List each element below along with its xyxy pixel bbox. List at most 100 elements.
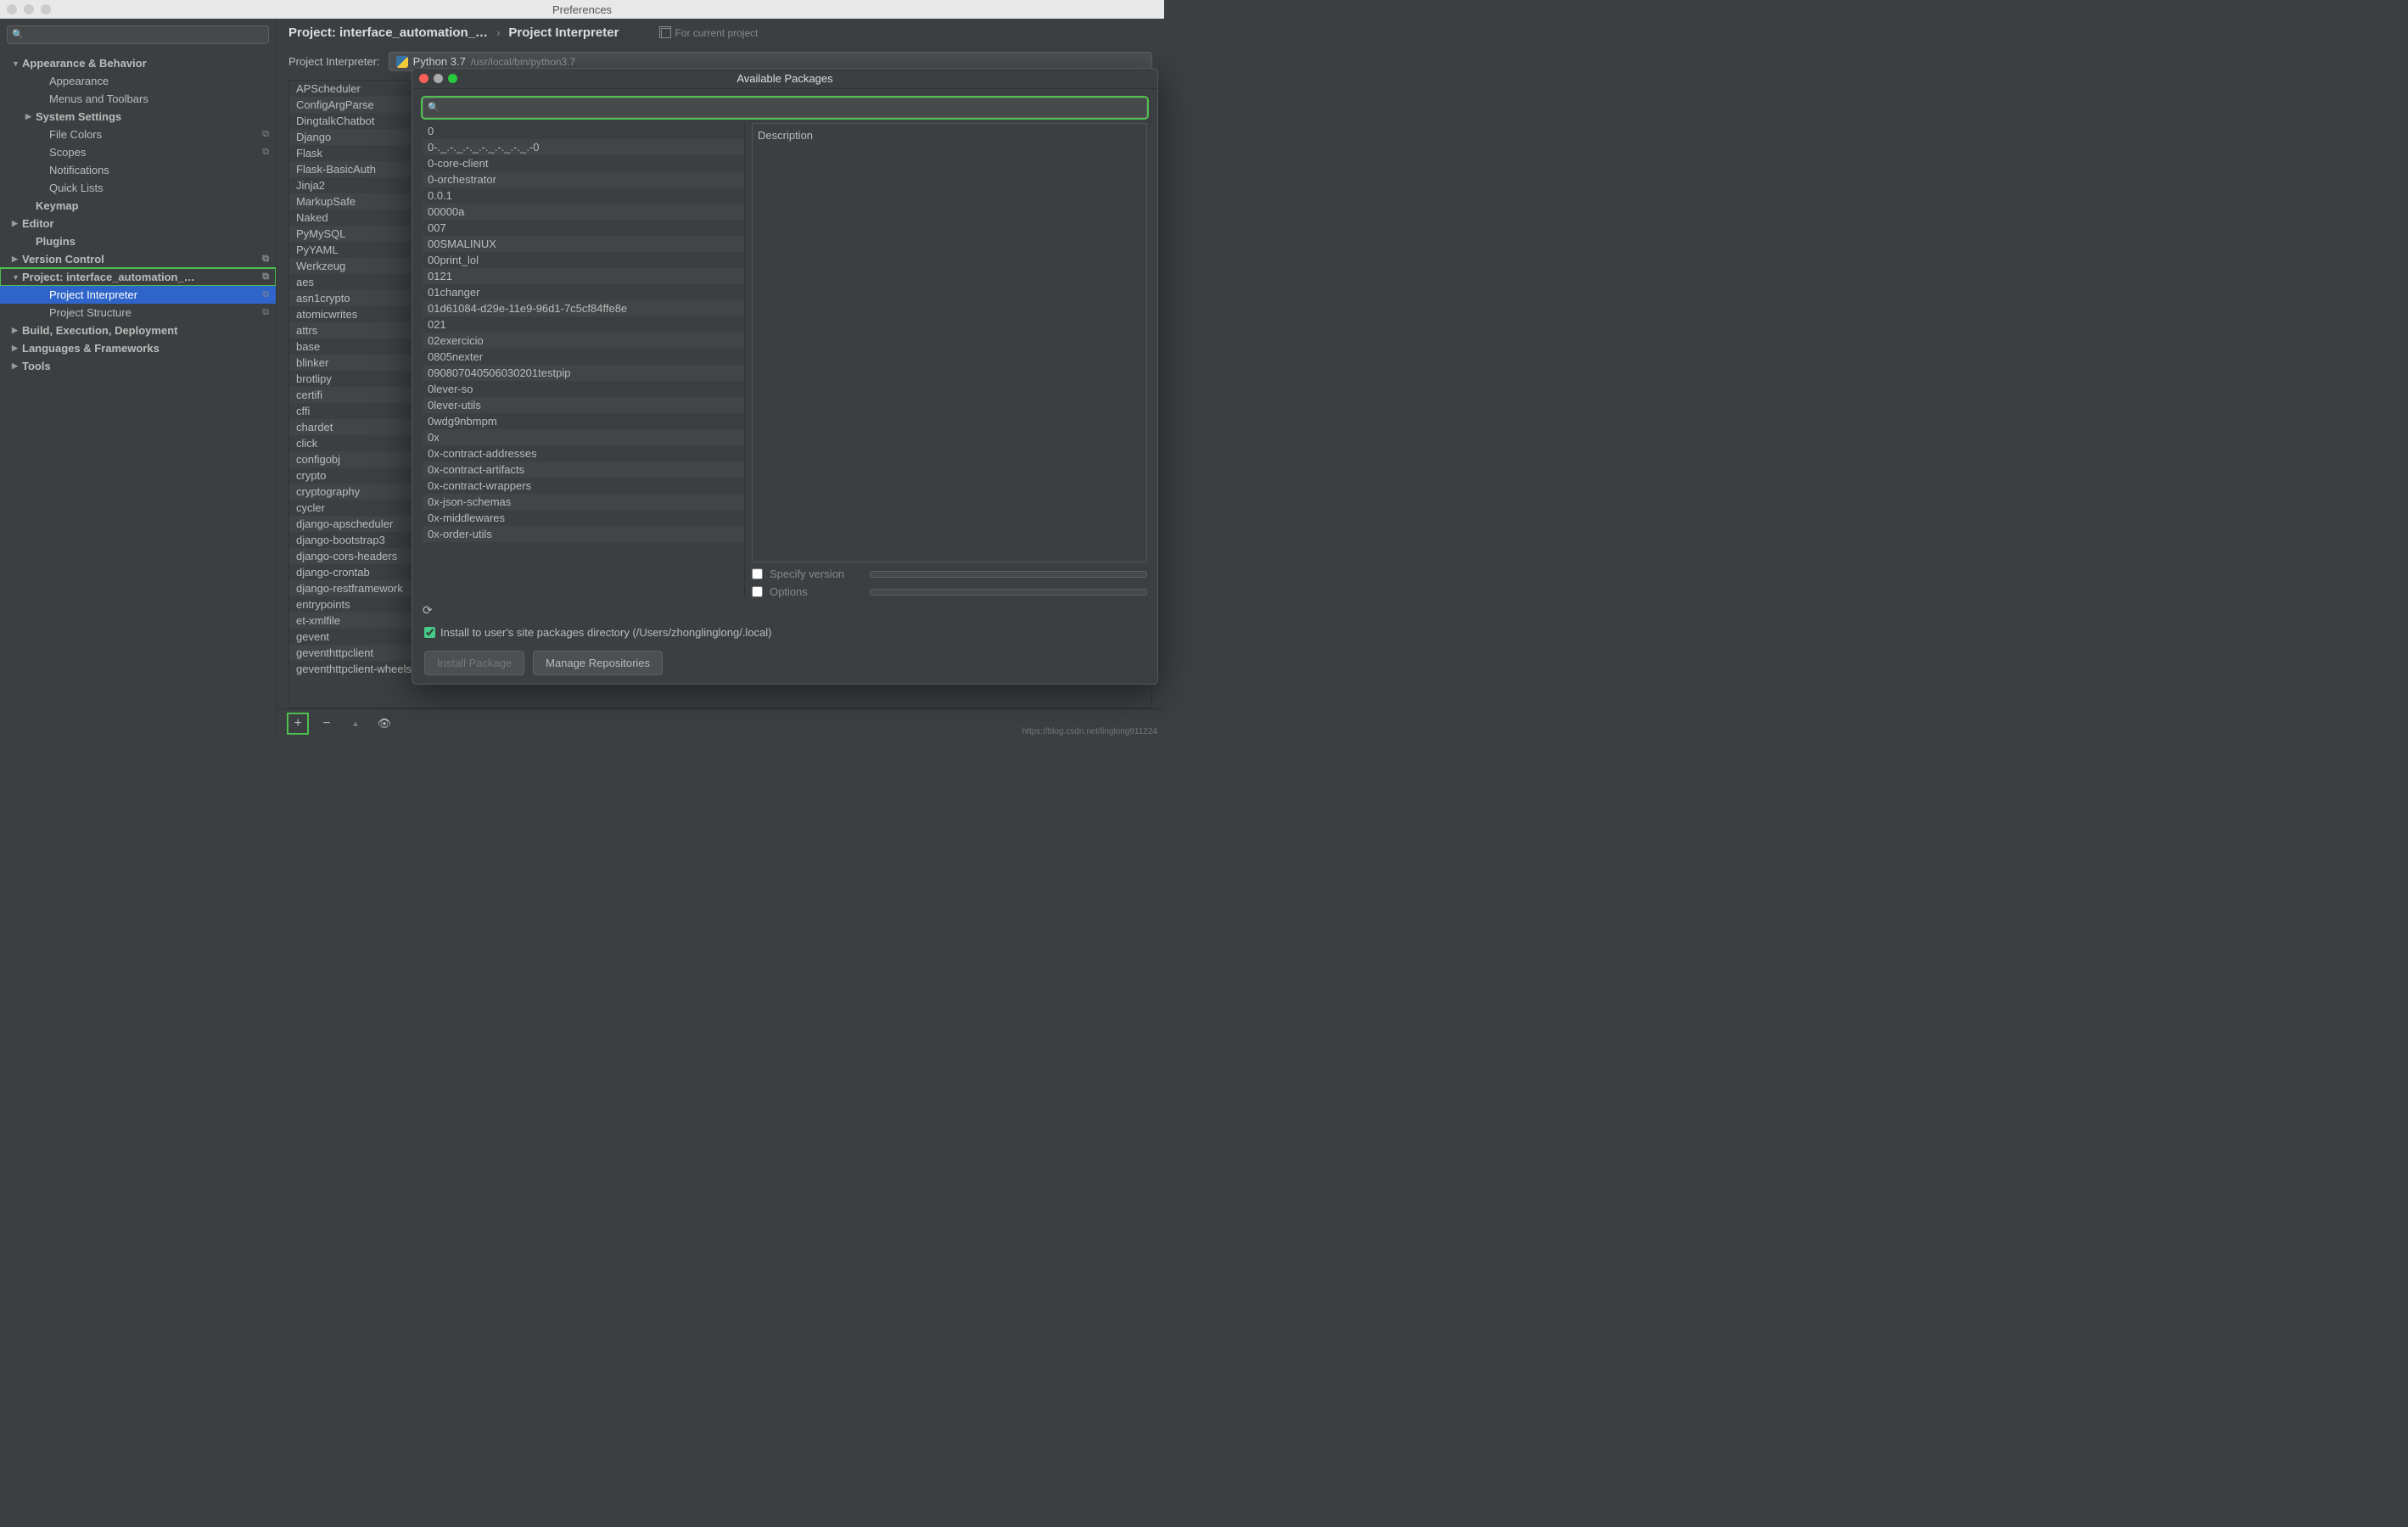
list-item[interactable]: 090807040506030201testpip [423, 365, 744, 381]
copy-icon [661, 28, 671, 38]
tree-item[interactable]: Menus and Toolbars [0, 90, 276, 108]
list-item[interactable]: 0x-middlewares [423, 510, 744, 526]
options-label: Options [770, 585, 863, 598]
tree-item-label: File Colors [49, 128, 259, 141]
breadcrumb-page: Project Interpreter [508, 25, 619, 40]
tree-item[interactable]: Project Structure⧉ [0, 304, 276, 322]
install-user-checkbox[interactable] [424, 627, 435, 638]
list-item[interactable]: 0x [423, 429, 744, 445]
settings-tree[interactable]: ▼Appearance & Behavior Appearance Menus an… [0, 51, 276, 738]
list-item[interactable]: 01changer [423, 284, 744, 300]
tree-item[interactable]: File Colors⧉ [0, 126, 276, 143]
list-item[interactable]: 00print_lol [423, 252, 744, 268]
dialog-titlebar: Available Packages [412, 69, 1157, 89]
show-early-button[interactable]: 👁 [375, 714, 394, 733]
dialog-minimize-icon[interactable] [434, 74, 443, 83]
close-icon[interactable] [7, 4, 17, 14]
tree-item[interactable]: ▶Build, Execution, Deployment [0, 322, 276, 339]
specify-version-checkbox[interactable] [752, 568, 763, 579]
chevron-icon: ▶ [12, 326, 22, 335]
tree-item-label: Menus and Toolbars [49, 92, 269, 105]
breadcrumb: Project: interface_automation_… › Projec… [277, 19, 1164, 47]
list-item[interactable]: 0wdg9nbmpm [423, 413, 744, 429]
specify-version-row: Specify version [752, 568, 1147, 580]
list-item[interactable]: 007 [423, 220, 744, 236]
tree-item[interactable]: ▶Version Control⧉ [0, 250, 276, 268]
dialog-traffic-lights [419, 74, 457, 83]
tree-item[interactable]: Keymap [0, 197, 276, 215]
add-package-button[interactable]: + [288, 714, 307, 733]
tree-item[interactable]: ▼Project: interface_automation_…⧉ [0, 268, 276, 286]
traffic-lights [7, 4, 51, 14]
list-item[interactable]: 0-orchestrator [423, 171, 744, 187]
version-select[interactable] [870, 571, 1147, 578]
project-badge-icon: ⧉ [262, 254, 269, 265]
tree-item-label: Scopes [49, 146, 259, 159]
tree-item[interactable]: ▶Tools [0, 357, 276, 375]
interpreter-label: Project Interpreter: [288, 55, 380, 68]
project-badge-icon: ⧉ [262, 147, 269, 158]
refresh-icon[interactable]: ⟳ [423, 603, 433, 618]
options-checkbox[interactable] [752, 586, 763, 597]
tree-item-label: Project Interpreter [49, 288, 259, 301]
list-item[interactable]: 0805nexter [423, 349, 744, 365]
tree-item-label: Tools [22, 360, 269, 372]
breadcrumb-project: Project: interface_automation_… [288, 25, 488, 40]
list-item[interactable]: 0x-contract-artifacts [423, 461, 744, 478]
options-input[interactable] [870, 589, 1147, 596]
tree-item[interactable]: Plugins [0, 232, 276, 250]
list-item[interactable]: 021 [423, 316, 744, 333]
list-item[interactable]: 01d61084-d29e-11e9-96d1-7c5cf84ffe8e [423, 300, 744, 316]
list-item[interactable]: 0lever-utils [423, 397, 744, 413]
list-item[interactable]: 0lever-so [423, 381, 744, 397]
sidebar-search[interactable]: 🔍 [7, 25, 269, 44]
list-item[interactable]: 00000a [423, 204, 744, 220]
package-list[interactable]: 00-._.-._.-._.-._.-._.-._.-00-core-clien… [423, 123, 745, 598]
package-search[interactable]: 🔍 [423, 98, 1147, 118]
window-titlebar: Preferences [0, 0, 1164, 19]
sidebar-search-input[interactable] [7, 25, 269, 44]
install-user-label: Install to user's site packages director… [440, 626, 772, 639]
manage-repositories-button[interactable]: Manage Repositories [533, 651, 663, 675]
chevron-icon: ▶ [12, 344, 22, 353]
list-item[interactable]: 0-._.-._.-._.-._.-._.-._.-0 [423, 139, 744, 155]
list-item[interactable]: 02exercicio [423, 333, 744, 349]
list-item[interactable]: 0.0.1 [423, 187, 744, 204]
list-item[interactable]: 0x-contract-wrappers [423, 478, 744, 494]
tree-item[interactable]: Quick Lists [0, 179, 276, 197]
tree-item[interactable]: ▶Editor [0, 215, 276, 232]
tree-item[interactable]: ▶Languages & Frameworks [0, 339, 276, 357]
install-package-button[interactable]: Install Package [424, 651, 524, 675]
search-icon: 🔍 [428, 102, 440, 113]
remove-package-button[interactable]: − [317, 714, 336, 733]
tree-item[interactable]: ▶System Settings [0, 108, 276, 126]
project-badge-icon: ⧉ [262, 271, 269, 282]
list-item[interactable]: 00SMALINUX [423, 236, 744, 252]
list-item[interactable]: 0x-order-utils [423, 526, 744, 542]
tree-item[interactable]: Project Interpreter⧉ [0, 286, 276, 304]
chevron-icon: ▶ [25, 112, 36, 121]
interpreter-name: Python 3.7 [413, 55, 466, 68]
package-search-input[interactable] [423, 98, 1147, 118]
tree-item-label: Appearance [49, 75, 269, 87]
tree-item[interactable]: Notifications [0, 161, 276, 179]
list-item[interactable]: 0x-json-schemas [423, 494, 744, 510]
chevron-icon: ▼ [12, 59, 22, 68]
upgrade-package-button[interactable]: ▲ [346, 714, 365, 733]
tree-item[interactable]: Scopes⧉ [0, 143, 276, 161]
list-item[interactable]: 0 [423, 123, 744, 139]
tree-item[interactable]: ▼Appearance & Behavior [0, 54, 276, 72]
dialog-zoom-icon[interactable] [448, 74, 457, 83]
specify-version-label: Specify version [770, 568, 863, 580]
tree-item-label: Quick Lists [49, 182, 269, 194]
dialog-close-icon[interactable] [419, 74, 428, 83]
tree-item-label: Notifications [49, 164, 269, 176]
minimize-icon[interactable] [24, 4, 34, 14]
list-item[interactable]: 0-core-client [423, 155, 744, 171]
breadcrumb-sep: › [496, 26, 500, 39]
tree-item[interactable]: Appearance [0, 72, 276, 90]
chevron-icon: ▶ [12, 219, 22, 228]
list-item[interactable]: 0x-contract-addresses [423, 445, 744, 461]
list-item[interactable]: 0121 [423, 268, 744, 284]
zoom-icon[interactable] [41, 4, 51, 14]
